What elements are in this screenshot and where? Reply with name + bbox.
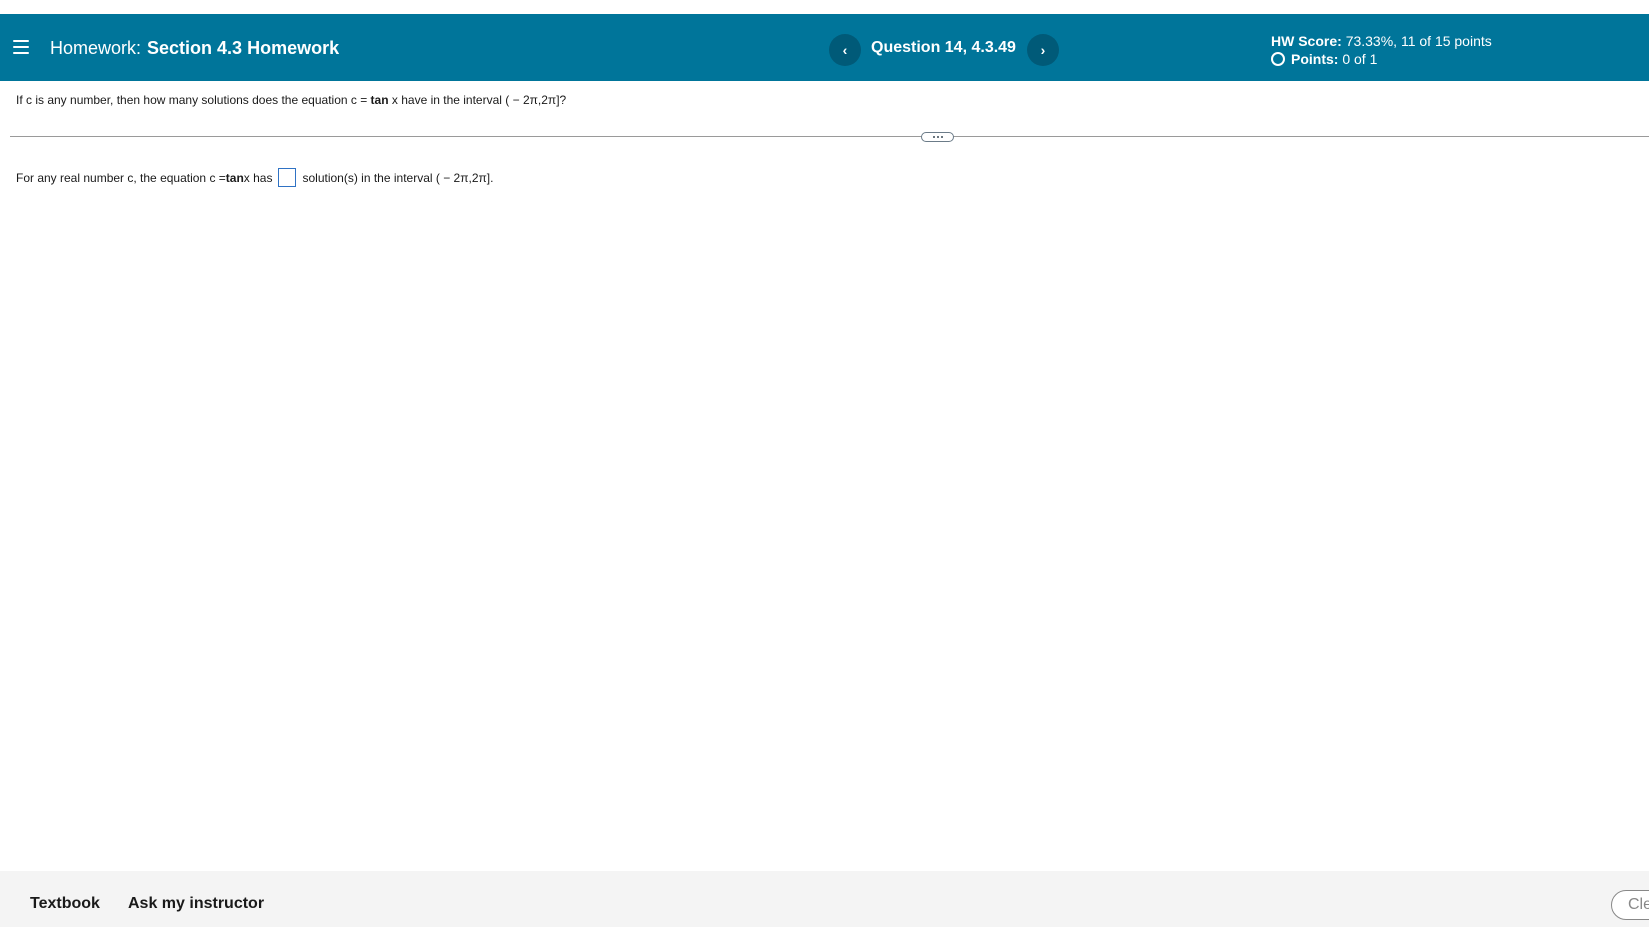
points-row: Points: 0 of 1 [1271,50,1492,68]
question-label: Question 14, 4.3.49 [871,39,1016,56]
hamburger-menu-icon[interactable] [13,40,29,54]
score-panel: HW Score: 73.33%, 11 of 15 points Points… [1271,32,1492,68]
homework-name: Section 4.3 Homework [147,38,340,58]
answer-text-end: solution(s) in the interval ( − 2π,2π]. [302,170,494,185]
textbook-link[interactable]: Textbook [30,895,100,913]
prompt-text-end: x have in the interval ( − 2π,2π]? [388,93,567,107]
hw-score-value: 73.33%, 11 of 15 points [1345,33,1492,49]
answer-tan: tan [225,170,244,185]
hw-score: HW Score: 73.33%, 11 of 15 points [1271,32,1492,50]
top-strip [0,0,1649,14]
answer-text-mid: x has [243,170,273,185]
clear-all-button[interactable]: Cle [1611,890,1649,920]
circle-status-icon [1271,52,1285,66]
ask-instructor-link[interactable]: Ask my instructor [128,895,264,913]
points-label: Points: [1291,51,1339,67]
homework-title: Homework: Section 4.3 Homework [50,38,339,59]
chevron-left-icon: ‹ [842,42,848,58]
answer-input[interactable] [278,168,297,187]
points-value: 0 of 1 [1342,51,1378,67]
hw-score-label: HW Score: [1271,33,1342,49]
section-divider [10,136,1649,137]
chevron-right-icon: › [1040,42,1046,58]
footer-bar: Textbook Ask my instructor Cle [0,871,1649,927]
answer-text-start: For any real number c, the equation c = [16,170,226,185]
question-prompt: If c is any number, then how many soluti… [16,93,566,107]
previous-question-button[interactable]: ‹ [829,34,861,66]
header-bar: Homework: Section 4.3 Homework ‹ Question… [0,14,1649,81]
prompt-tan: tan [370,93,389,107]
divider-handle[interactable] [921,132,954,142]
homework-prefix: Homework: [50,38,142,58]
prompt-text-start: If c is any number, then how many soluti… [16,93,371,107]
next-question-button[interactable]: › [1027,34,1059,66]
answer-statement: For any real number c, the equation c = … [16,168,493,187]
